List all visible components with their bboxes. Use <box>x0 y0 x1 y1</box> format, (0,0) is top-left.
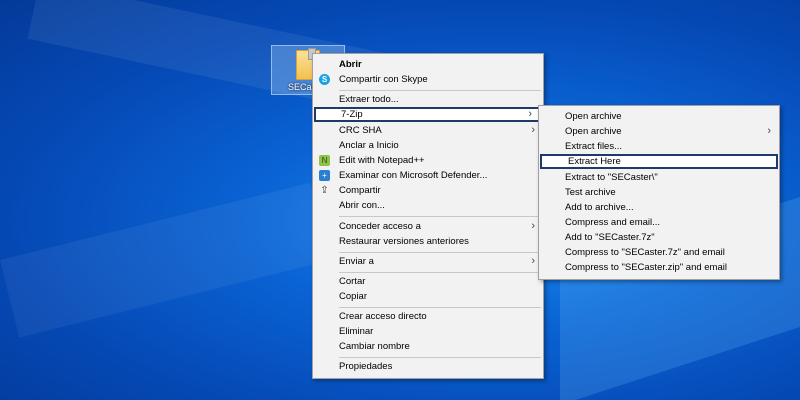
menu-separator <box>339 272 541 273</box>
menu-separator <box>339 252 541 253</box>
menu-item-label: Extract Here <box>568 156 621 167</box>
menu-item-label: Extraer todo... <box>339 94 399 105</box>
submenu-item-open-archive[interactable]: Open archive <box>539 109 779 124</box>
submenu-item-open-archive-more[interactable]: Open archive › <box>539 124 779 139</box>
menu-item-label: Add to "SECaster.7z" <box>565 232 655 243</box>
menu-item-label: Enviar a <box>339 256 374 267</box>
menu-item-label: Crear acceso directo <box>339 311 427 322</box>
menu-item-conceder-acceso[interactable]: Conceder acceso a › <box>313 219 543 234</box>
menu-item-compartir[interactable]: ⇪ Compartir <box>313 183 543 198</box>
chevron-right-icon: › <box>767 125 771 137</box>
menu-separator <box>339 216 541 217</box>
menu-item-label: Compartir con Skype <box>339 74 428 85</box>
submenu-item-add-to-archive[interactable]: Add to archive... <box>539 200 779 215</box>
menu-item-label: Open archive <box>565 126 622 137</box>
menu-separator <box>339 90 541 91</box>
menu-item-label: Examinar con Microsoft Defender... <box>339 170 488 181</box>
menu-item-label: Extract files... <box>565 141 623 152</box>
7zip-submenu: Open archive Open archive › Extract files… <box>538 105 780 280</box>
menu-separator <box>339 307 541 308</box>
menu-item-copiar[interactable]: Copiar <box>313 289 543 304</box>
menu-item-label: Conceder acceso a <box>339 221 421 232</box>
menu-item-label: Anclar a Inicio <box>339 140 399 151</box>
menu-item-restaurar-versiones[interactable]: Restaurar versiones anteriores <box>313 234 543 249</box>
menu-item-label: Add to archive... <box>565 202 634 213</box>
submenu-item-extract-here[interactable]: Extract Here <box>540 154 778 169</box>
menu-item-label: 7-Zip <box>341 109 363 120</box>
submenu-item-compress-zip-email[interactable]: Compress to "SECaster.zip" and email <box>539 260 779 275</box>
menu-item-enviar-a[interactable]: Enviar a › <box>313 254 543 269</box>
submenu-item-test-archive[interactable]: Test archive <box>539 185 779 200</box>
submenu-item-compress-7z-email[interactable]: Compress to "SECaster.7z" and email <box>539 245 779 260</box>
menu-item-label: Compartir <box>339 185 381 196</box>
chevron-right-icon: › <box>531 124 535 136</box>
menu-item-label: Extract to "SECaster\" <box>565 172 658 183</box>
menu-item-label: Compress and email... <box>565 217 661 228</box>
menu-item-abrir[interactable]: Abrir <box>313 57 543 72</box>
desktop-background: SECas Abrir S Compartir con Skype Extraer… <box>0 0 800 400</box>
menu-item-label: Edit with Notepad++ <box>339 155 425 166</box>
menu-item-abrir-con[interactable]: Abrir con... <box>313 198 543 213</box>
menu-item-label: Restaurar versiones anteriores <box>339 236 469 247</box>
menu-item-cambiar-nombre[interactable]: Cambiar nombre <box>313 339 543 354</box>
menu-item-extraer-todo[interactable]: Extraer todo... <box>313 92 543 107</box>
submenu-item-extract-to[interactable]: Extract to "SECaster\" <box>539 170 779 185</box>
menu-item-label: Cambiar nombre <box>339 341 410 352</box>
menu-item-label: Cortar <box>339 276 366 287</box>
menu-item-compartir-skype[interactable]: S Compartir con Skype <box>313 72 543 87</box>
menu-item-label: Copiar <box>339 291 367 302</box>
menu-item-label: Propiedades <box>339 361 393 372</box>
menu-item-eliminar[interactable]: Eliminar <box>313 324 543 339</box>
chevron-right-icon: › <box>528 108 532 120</box>
menu-item-label: Test archive <box>565 187 616 198</box>
menu-separator <box>339 357 541 358</box>
menu-item-label: CRC SHA <box>339 125 382 136</box>
submenu-item-extract-files[interactable]: Extract files... <box>539 139 779 154</box>
menu-item-anclar-inicio[interactable]: Anclar a Inicio <box>313 138 543 153</box>
menu-item-crc-sha[interactable]: CRC SHA › <box>313 123 543 138</box>
menu-item-cortar[interactable]: Cortar <box>313 274 543 289</box>
chevron-right-icon: › <box>531 220 535 232</box>
skype-icon: S <box>319 74 330 85</box>
menu-item-label: Open archive <box>565 111 622 122</box>
submenu-item-compress-email[interactable]: Compress and email... <box>539 215 779 230</box>
light-beam <box>0 182 330 338</box>
menu-item-7zip[interactable]: 7-Zip › <box>314 107 542 122</box>
menu-item-propiedades[interactable]: Propiedades <box>313 359 543 374</box>
menu-item-label: Abrir <box>339 59 362 70</box>
share-icon: ⇪ <box>320 185 329 196</box>
menu-item-defender[interactable]: + Examinar con Microsoft Defender... <box>313 168 543 183</box>
menu-item-crear-acceso[interactable]: Crear acceso directo <box>313 309 543 324</box>
menu-item-notepad[interactable]: N Edit with Notepad++ <box>313 153 543 168</box>
chevron-right-icon: › <box>531 255 535 267</box>
notepad-plus-plus-icon: N <box>319 155 330 166</box>
menu-item-label: Abrir con... <box>339 200 385 211</box>
menu-item-label: Compress to "SECaster.zip" and email <box>565 262 727 273</box>
defender-shield-icon: + <box>319 170 330 181</box>
menu-item-label: Eliminar <box>339 326 374 337</box>
context-menu: Abrir S Compartir con Skype Extraer todo.… <box>312 53 544 379</box>
menu-item-label: Compress to "SECaster.7z" and email <box>565 247 725 258</box>
submenu-item-add-to-7z[interactable]: Add to "SECaster.7z" <box>539 230 779 245</box>
